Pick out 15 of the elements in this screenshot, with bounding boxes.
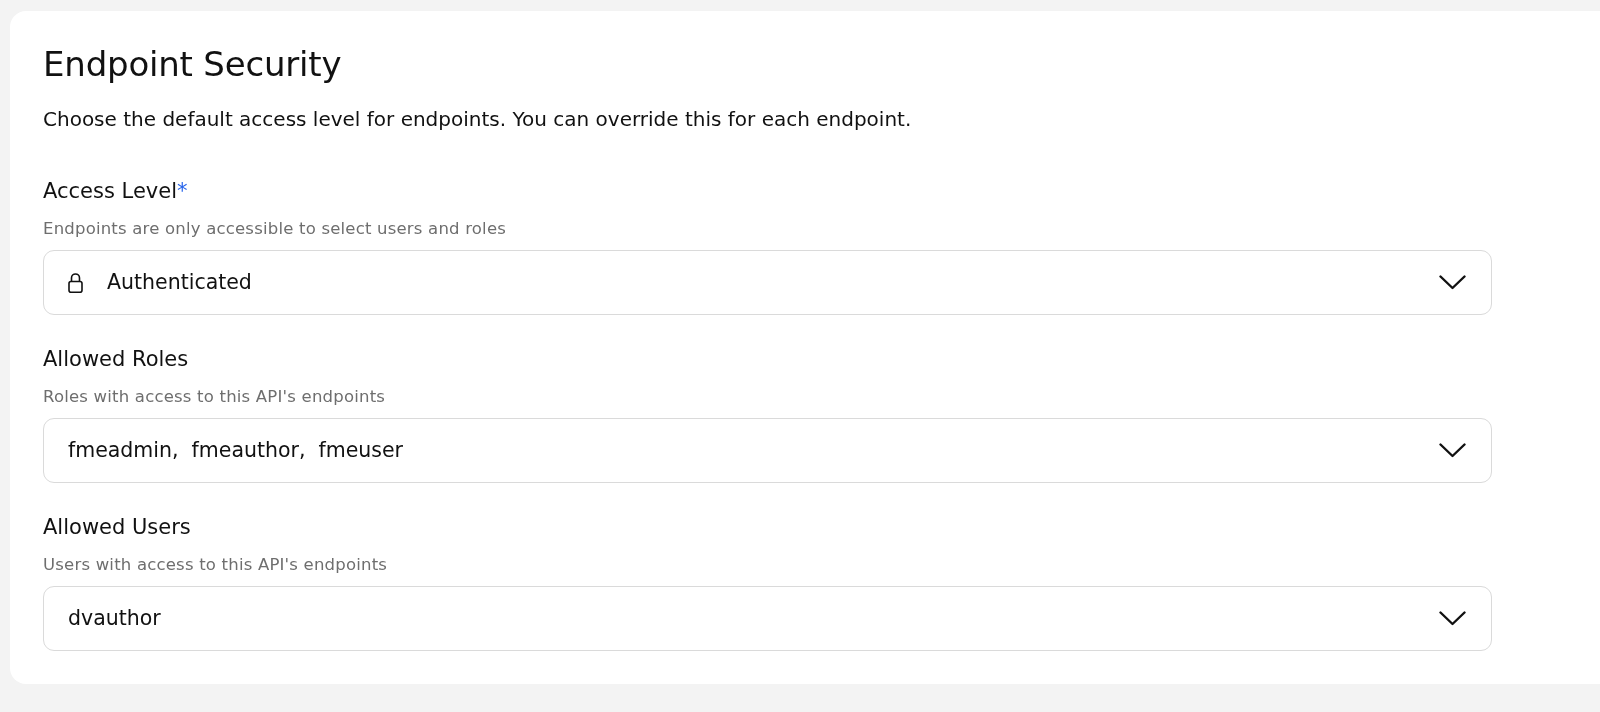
chevron-down-icon	[1439, 443, 1466, 458]
chevron-down-icon	[1439, 611, 1466, 626]
field-hint: Roles with access to this API's endpoints	[43, 387, 387, 407]
dropdown-field[interactable]: fmeadmin, fmeauthor, fmeuser	[43, 418, 1492, 483]
dropdown-field[interactable]: dvauthor	[43, 586, 1492, 651]
lock-icon	[68, 272, 83, 293]
field-label: Allowed Roles	[43, 346, 190, 372]
field-label: Access Level*	[43, 178, 189, 204]
field-hint: Endpoints are only accessible to select users and roles	[43, 219, 508, 239]
dropdown-field[interactable]: Authenticated	[43, 250, 1492, 315]
field-label: Allowed Users	[43, 514, 192, 540]
chevron-down-icon	[1439, 275, 1466, 290]
section-description: Choose the default access level for endpoints. You can override this for each endpoint.	[43, 106, 913, 133]
section-title: Endpoint Security	[43, 44, 343, 84]
field-hint: Users with access to this API's endpoints	[43, 555, 389, 575]
